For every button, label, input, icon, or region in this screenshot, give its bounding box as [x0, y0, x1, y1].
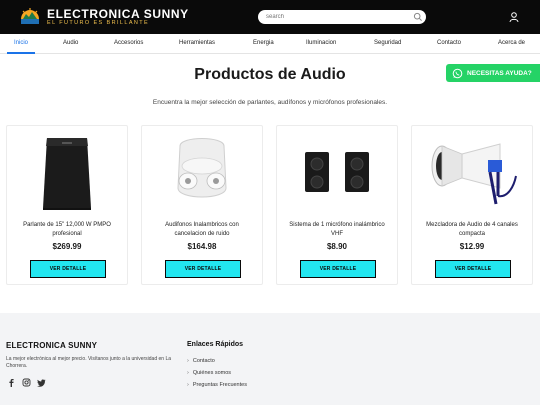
top-bar: ELECTRONICA SUNNY EL FUTURO ES BRILLANTE — [0, 0, 540, 34]
footer-link-label[interactable]: Quiénes somos — [193, 370, 231, 376]
product-card[interactable]: Sistema de 1 micrófono inalámbrico VHF $… — [276, 125, 398, 285]
page-subtitle: Encuentra la mejor selección de parlante… — [152, 99, 388, 106]
nav-item-contacto[interactable]: Contacto — [437, 34, 461, 54]
megaphone-icon — [431, 143, 517, 205]
nav-item-iluminacion[interactable]: Iluminacion — [306, 34, 336, 54]
product-card[interactable]: Parlante de 15" 12,000 W PMPO profesiona… — [6, 125, 128, 285]
chevron-right-icon: › — [187, 382, 189, 388]
product-card[interactable]: Mezcladora de Audio de 4 canales compact… — [411, 125, 533, 285]
view-detail-button[interactable]: VER DETALLE — [300, 260, 376, 278]
search-input[interactable] — [258, 10, 426, 24]
nav-item-acerca-de[interactable]: Acerca de — [498, 34, 525, 54]
nav-item-inicio[interactable]: Inicio — [7, 34, 36, 54]
chevron-right-icon: › — [187, 370, 189, 376]
twitter-icon[interactable] — [37, 378, 46, 387]
earbuds-icon — [177, 138, 227, 198]
view-detail-button[interactable]: VER DETALLE — [30, 260, 106, 278]
product-card[interactable]: Audifonos Inalambricos con cancelacion d… — [141, 125, 263, 285]
footer-link-quienes-somos[interactable]: › Quiénes somos — [187, 370, 231, 376]
user-icon[interactable] — [508, 11, 520, 23]
product-name: Sistema de 1 micrófono inalámbrico VHF — [289, 222, 385, 237]
nav-item-energia[interactable]: Energia — [253, 34, 274, 54]
whatsapp-help-button[interactable]: NECESITAS AYUDA? — [446, 64, 540, 82]
view-detail-button[interactable]: VER DETALLE — [435, 260, 511, 278]
search-icon[interactable] — [413, 12, 423, 22]
nav-item-audio[interactable]: Audio — [63, 34, 78, 54]
brand-name[interactable]: ELECTRONICA SUNNY — [47, 7, 189, 21]
sunrise-logo-icon[interactable] — [18, 6, 42, 28]
facebook-icon[interactable] — [7, 378, 16, 387]
quick-links-title: Enlaces Rápidos — [187, 341, 244, 348]
footer-link-label[interactable]: Contacto — [193, 358, 215, 364]
footer-link-label[interactable]: Preguntas Frecuentes — [193, 382, 247, 388]
nav-item-seguridad[interactable]: Seguridad — [374, 34, 401, 54]
whatsapp-icon — [452, 68, 463, 78]
footer: ELECTRONICA SUNNY La mejor electrónica a… — [0, 313, 540, 405]
footer-link-contacto[interactable]: › Contacto — [187, 358, 215, 364]
nav-item-herramientas[interactable]: Herramientas — [179, 34, 215, 54]
product-price: $12.99 — [459, 242, 485, 251]
product-price: $269.99 — [52, 242, 82, 251]
whatsapp-help-label: NECESITAS AYUDA? — [467, 69, 532, 77]
footer-description: La mejor electrónica al mejor precio. Vi… — [6, 356, 171, 369]
footer-brand: ELECTRONICA SUNNY — [6, 341, 98, 350]
footer-link-preguntas-frecuentes[interactable]: › Preguntas Frecuentes — [187, 382, 247, 388]
product-name: Audifonos Inalambricos con cancelacion d… — [165, 222, 239, 237]
instagram-icon[interactable] — [22, 378, 31, 387]
brand-tagline: EL FUTURO ES BRILLANTE — [47, 20, 150, 26]
product-price: $164.98 — [187, 242, 217, 251]
speaker-icon — [43, 138, 91, 210]
product-price: $8.90 — [326, 242, 348, 251]
view-detail-button[interactable]: VER DETALLE — [165, 260, 241, 278]
main-nav: Inicio Audio Accesorios Herramientas Ene… — [0, 34, 540, 54]
product-name: Mezcladora de Audio de 4 canales compact… — [426, 222, 518, 237]
chevron-right-icon: › — [187, 358, 189, 364]
desktop-speakers-icon — [305, 152, 369, 192]
nav-item-accesorios[interactable]: Accesorios — [114, 34, 143, 54]
product-name: Parlante de 15" 12,000 W PMPO profesiona… — [23, 222, 111, 237]
